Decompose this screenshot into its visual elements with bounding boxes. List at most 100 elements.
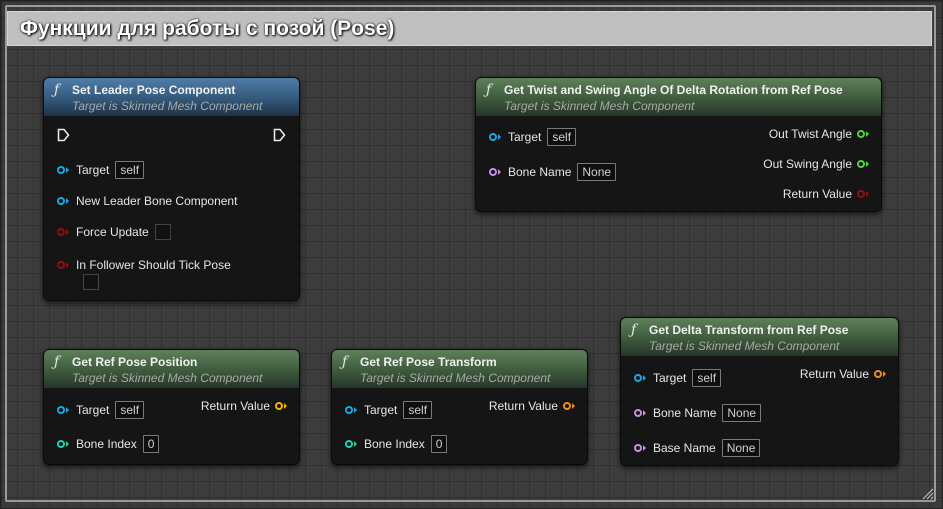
object-pin-icon[interactable] — [634, 374, 642, 382]
function-icon: ƒ — [54, 354, 60, 370]
bool-pin-icon[interactable] — [57, 261, 65, 269]
pin-return-value[interactable]: Return Value — [201, 399, 287, 413]
node-get-ref-pose-transform[interactable]: ƒ Get Ref Pose Transform Target is Skinn… — [331, 349, 588, 465]
object-pin-icon[interactable] — [489, 133, 497, 141]
pin-label: New Leader Bone Component — [76, 194, 238, 208]
pin-label: Base Name — [653, 441, 716, 455]
comment-header[interactable]: Функции для работы с позой (Pose) — [7, 11, 932, 46]
pin-label: Return Value — [799, 367, 869, 381]
node-header: ƒ Set Leader Pose Component Target is Sk… — [44, 78, 299, 116]
exec-out-pin-icon[interactable] — [273, 128, 286, 142]
node-subtitle: Target is Skinned Mesh Component — [504, 99, 695, 113]
pin-bone-name[interactable]: Bone Name None — [489, 163, 617, 181]
target-value-field[interactable]: self — [403, 401, 433, 419]
pin-return-value[interactable]: Return Value — [783, 187, 869, 201]
exec-in-pin-icon[interactable] — [57, 128, 70, 142]
pin-label: Out Twist Angle — [768, 127, 852, 141]
follower-tick-checkbox[interactable] — [83, 274, 99, 290]
pin-target[interactable]: Target self — [57, 161, 145, 179]
pin-return-value[interactable]: Return Value — [489, 399, 575, 413]
object-pin-icon[interactable] — [57, 406, 65, 414]
node-title: Get Ref Pose Transform — [360, 355, 497, 369]
transform-pin-icon[interactable] — [563, 402, 571, 410]
bone-index-field[interactable]: 0 — [430, 435, 448, 453]
target-value-field[interactable]: self — [115, 401, 145, 419]
int-pin-icon[interactable] — [345, 440, 353, 448]
pin-label: Bone Index — [76, 437, 137, 451]
node-header: ƒ Get Ref Pose Position Target is Skinne… — [44, 350, 299, 388]
target-value-field[interactable]: self — [692, 369, 722, 387]
pin-target[interactable]: Target self — [489, 128, 577, 146]
pin-base-name[interactable]: Base Name None — [634, 439, 761, 457]
pin-bone-index[interactable]: Bone Index 0 — [345, 435, 448, 453]
pin-label: Target — [76, 163, 110, 177]
pin-return-value[interactable]: Return Value — [800, 367, 886, 381]
pin-out-twist-angle[interactable]: Out Twist Angle — [769, 127, 869, 141]
bone-index-field[interactable]: 0 — [142, 435, 160, 453]
pin-label: Target — [364, 403, 398, 417]
name-pin-icon[interactable] — [634, 444, 642, 452]
object-pin-icon[interactable] — [345, 406, 353, 414]
pin-target[interactable]: Target self — [345, 401, 433, 419]
node-subtitle: Target is Skinned Mesh Component — [360, 371, 551, 385]
name-pin-icon[interactable] — [634, 409, 642, 417]
pin-label: Target — [76, 403, 110, 417]
pin-label: In Follower Should Tick Pose — [76, 258, 231, 272]
int-pin-icon[interactable] — [57, 440, 65, 448]
vector-pin-icon[interactable] — [275, 402, 283, 410]
node-title: Get Ref Pose Position — [72, 355, 198, 369]
node-title: Get Twist and Swing Angle Of Delta Rotat… — [504, 83, 843, 97]
pin-label: Bone Name — [653, 406, 717, 420]
force-update-checkbox[interactable] — [154, 224, 171, 240]
comment-title: Функции для работы с позой (Pose) — [20, 17, 395, 40]
object-pin-icon[interactable] — [57, 166, 65, 174]
bone-name-field[interactable]: None — [722, 404, 762, 422]
object-pin-icon[interactable] — [57, 197, 65, 205]
node-header: ƒ Get Delta Transform from Ref Pose Targ… — [621, 318, 898, 356]
pin-label: Return Value — [200, 399, 270, 413]
node-get-ref-pose-position[interactable]: ƒ Get Ref Pose Position Target is Skinne… — [43, 349, 300, 465]
pin-label: Target — [508, 130, 542, 144]
function-icon: ƒ — [342, 354, 348, 370]
function-icon: ƒ — [486, 82, 492, 98]
float-pin-icon[interactable] — [857, 130, 865, 138]
pin-target[interactable]: Target self — [57, 401, 145, 419]
node-title: Get Delta Transform from Ref Pose — [649, 323, 849, 337]
node-get-delta-transform-from-ref-pose[interactable]: ƒ Get Delta Transform from Ref Pose Targ… — [620, 317, 899, 466]
pin-new-leader-bone-component[interactable]: New Leader Bone Component — [57, 194, 237, 208]
node-title: Set Leader Pose Component — [72, 83, 236, 97]
node-get-twist-swing-angle[interactable]: ƒ Get Twist and Swing Angle Of Delta Rot… — [475, 77, 882, 212]
bone-name-field[interactable]: None — [577, 163, 617, 181]
pin-label: Target — [653, 371, 687, 385]
transform-pin-icon[interactable] — [874, 370, 882, 378]
graph-canvas[interactable]: Функции для работы с позой (Pose) ƒ Set … — [0, 0, 943, 509]
pin-label: Return Value — [782, 187, 852, 201]
target-value-field[interactable]: self — [115, 161, 145, 179]
pin-label: Out Swing Angle — [763, 157, 852, 171]
node-header: ƒ Get Ref Pose Transform Target is Skinn… — [332, 350, 587, 388]
node-subtitle: Target is Skinned Mesh Component — [649, 339, 840, 353]
pin-in-follower-should-tick-pose[interactable]: In Follower Should Tick Pose — [57, 258, 231, 272]
target-value-field[interactable]: self — [547, 128, 577, 146]
base-name-field[interactable]: None — [721, 439, 761, 457]
resize-grip-icon[interactable] — [920, 486, 934, 500]
pin-label: Bone Index — [364, 437, 425, 451]
name-pin-icon[interactable] — [489, 168, 497, 176]
pin-force-update[interactable]: Force Update — [57, 224, 171, 240]
pin-target[interactable]: Target self — [634, 369, 722, 387]
bool-pin-icon[interactable] — [57, 228, 65, 236]
function-icon: ƒ — [631, 322, 637, 338]
node-header: ƒ Get Twist and Swing Angle Of Delta Rot… — [476, 78, 881, 116]
function-icon: ƒ — [54, 82, 60, 98]
node-set-leader-pose-component[interactable]: ƒ Set Leader Pose Component Target is Sk… — [43, 77, 300, 301]
pin-label: Force Update — [76, 225, 149, 239]
pin-bone-name[interactable]: Bone Name None — [634, 404, 762, 422]
pin-label: Bone Name — [508, 165, 572, 179]
pin-out-swing-angle[interactable]: Out Swing Angle — [763, 157, 869, 171]
pin-label: Return Value — [488, 399, 558, 413]
node-subtitle: Target is Skinned Mesh Component — [72, 371, 263, 385]
float-pin-icon[interactable] — [857, 160, 865, 168]
node-subtitle: Target is Skinned Mesh Component — [72, 99, 263, 113]
bool-pin-icon[interactable] — [857, 190, 865, 198]
pin-bone-index[interactable]: Bone Index 0 — [57, 435, 160, 453]
